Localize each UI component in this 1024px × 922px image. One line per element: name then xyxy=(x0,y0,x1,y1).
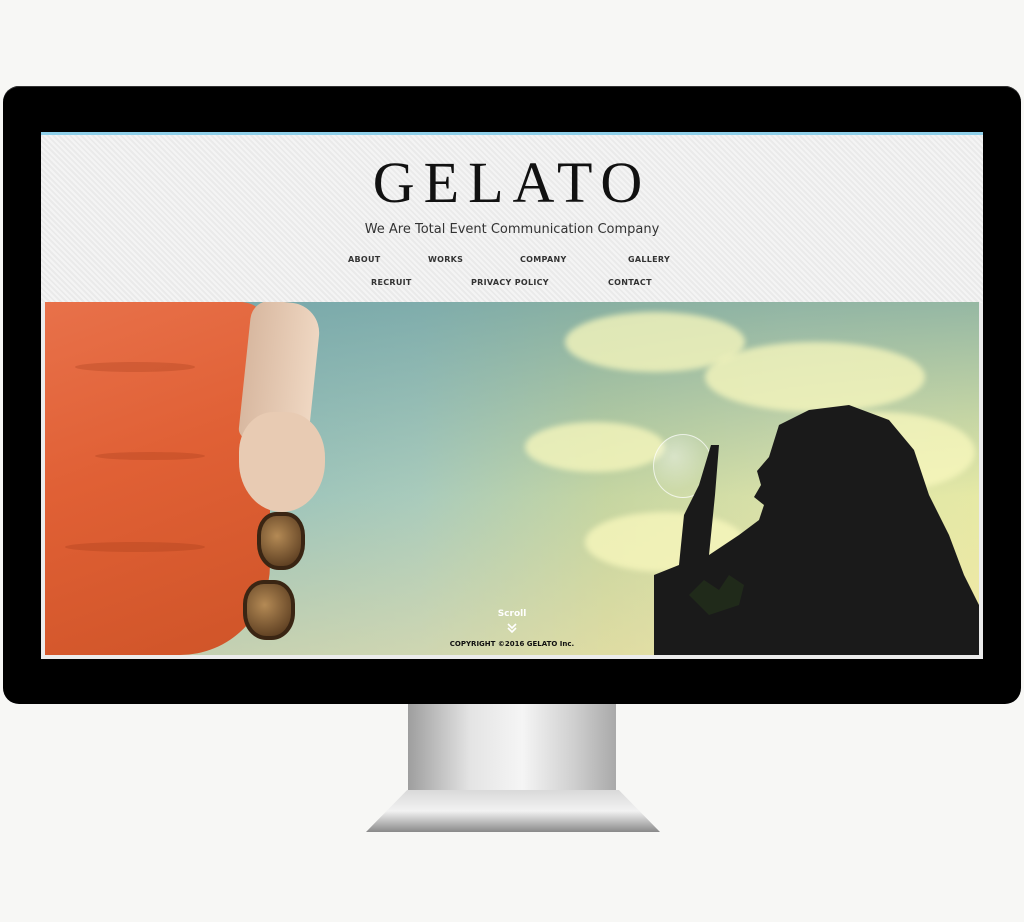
nav-gallery[interactable]: GALLERY xyxy=(628,255,670,264)
double-chevron-down-icon[interactable] xyxy=(507,623,517,634)
site-logo[interactable]: GELATO xyxy=(41,147,983,219)
nav-contact[interactable]: CONTACT xyxy=(608,278,652,287)
nav-privacy-policy[interactable]: PRIVACY POLICY xyxy=(471,278,549,287)
monitor-stand-base xyxy=(366,790,660,832)
website-screen: GELATO We Are Total Event Communication … xyxy=(41,132,983,659)
secondary-nav: RECRUIT PRIVACY POLICY CONTACT xyxy=(41,278,983,290)
site-tagline: We Are Total Event Communication Company xyxy=(364,222,660,237)
cloud xyxy=(525,422,665,472)
nav-company[interactable]: COMPANY xyxy=(520,255,567,264)
scroll-label[interactable]: Scroll xyxy=(45,609,979,619)
hero-image: Scroll COPYRIGHT ©2016 GELATO Inc. xyxy=(45,302,979,655)
hand xyxy=(239,412,325,512)
orange-shorts xyxy=(45,302,270,655)
monitor-stand-neck xyxy=(408,704,616,792)
cloud xyxy=(705,342,925,412)
nav-recruit[interactable]: RECRUIT xyxy=(371,278,412,287)
copyright-text: COPYRIGHT ©2016 GELATO Inc. xyxy=(449,640,575,648)
nav-about[interactable]: ABOUT xyxy=(348,255,381,264)
site-header: GELATO We Are Total Event Communication … xyxy=(41,135,983,303)
sunglasses-lens xyxy=(257,512,305,570)
primary-nav: ABOUT WORKS COMPANY GALLERY xyxy=(41,255,983,267)
mockup-scene: GELATO We Are Total Event Communication … xyxy=(0,0,1024,922)
nav-works[interactable]: WORKS xyxy=(428,255,463,264)
